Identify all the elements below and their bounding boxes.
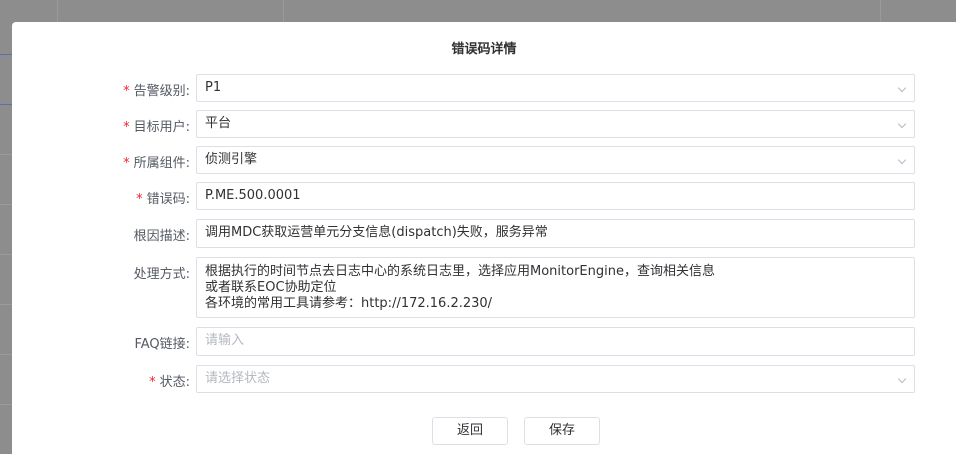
required-mark: * bbox=[123, 84, 130, 99]
component-value: 侦测引擎 bbox=[205, 152, 258, 167]
backdrop-divider bbox=[283, 0, 284, 22]
component-select[interactable]: 侦测引擎 bbox=[196, 146, 915, 174]
alert-level-value: P1 bbox=[205, 80, 222, 95]
handling-textarea[interactable]: 根据执行的时间节点去日志中心的系统日志里，选择应用MonitorEngine，查… bbox=[196, 257, 915, 318]
required-mark: * bbox=[136, 192, 143, 207]
error-code-value: P.ME.500.0001 bbox=[205, 188, 301, 203]
handling-line: 根据执行的时间节点去日志中心的系统日志里，选择应用MonitorEngine，查… bbox=[205, 264, 715, 279]
required-mark: * bbox=[123, 120, 130, 135]
faq-link-label: FAQ链接: bbox=[134, 337, 190, 352]
backdrop-accent bbox=[0, 54, 12, 55]
target-user-value: 平台 bbox=[205, 116, 232, 131]
handling-line: 各环境的常用工具请参考：http://172.16.2.230/ bbox=[205, 296, 493, 311]
handling-line: 或者联系EOC协助定位 bbox=[205, 280, 337, 295]
status-select[interactable]: 请选择状态 bbox=[196, 365, 915, 393]
chevron-down-icon bbox=[897, 119, 907, 129]
faq-link-placeholder: 请输入 bbox=[205, 333, 245, 348]
required-mark: * bbox=[149, 375, 156, 390]
error-code-label: * 错误码: bbox=[136, 192, 190, 207]
handling-label: 处理方式: bbox=[133, 267, 190, 282]
status-placeholder: 请选择状态 bbox=[205, 371, 271, 386]
error-code-detail-dialog: 错误码详情 *告警级别: P1 *目标用户: 平台 *所属组件: 侦测引擎 bbox=[12, 22, 956, 454]
required-mark: * bbox=[123, 156, 130, 171]
status-label: * 状态: bbox=[149, 375, 190, 390]
target-user-label: * 目标用户: bbox=[123, 120, 190, 135]
save-button[interactable]: 保存 bbox=[524, 417, 600, 445]
chevron-down-icon bbox=[897, 374, 907, 384]
back-button[interactable]: 返回 bbox=[432, 417, 508, 445]
dialog-title: 错误码详情 bbox=[451, 42, 517, 57]
backdrop-divider bbox=[880, 0, 881, 22]
chevron-down-icon bbox=[897, 155, 907, 165]
chevron-down-icon bbox=[897, 83, 907, 93]
root-cause-input[interactable]: 调用MDC获取运营单元分支信息(dispatch)失败，服务异常 bbox=[196, 219, 915, 248]
root-cause-value: 调用MDC获取运营单元分支信息(dispatch)失败，服务异常 bbox=[205, 225, 548, 240]
alert-level-label: * 告警级别: bbox=[123, 84, 190, 99]
backdrop-accent bbox=[0, 104, 12, 105]
root-cause-label: 根因描述: bbox=[133, 229, 190, 244]
faq-link-input[interactable]: 请输入 bbox=[196, 327, 915, 356]
component-label: * 所属组件: bbox=[123, 156, 190, 171]
alert-level-select[interactable]: P1 bbox=[196, 74, 915, 102]
backdrop-divider bbox=[57, 0, 58, 22]
target-user-select[interactable]: 平台 bbox=[196, 110, 915, 138]
error-code-input[interactable]: P.ME.500.0001 bbox=[196, 182, 915, 210]
